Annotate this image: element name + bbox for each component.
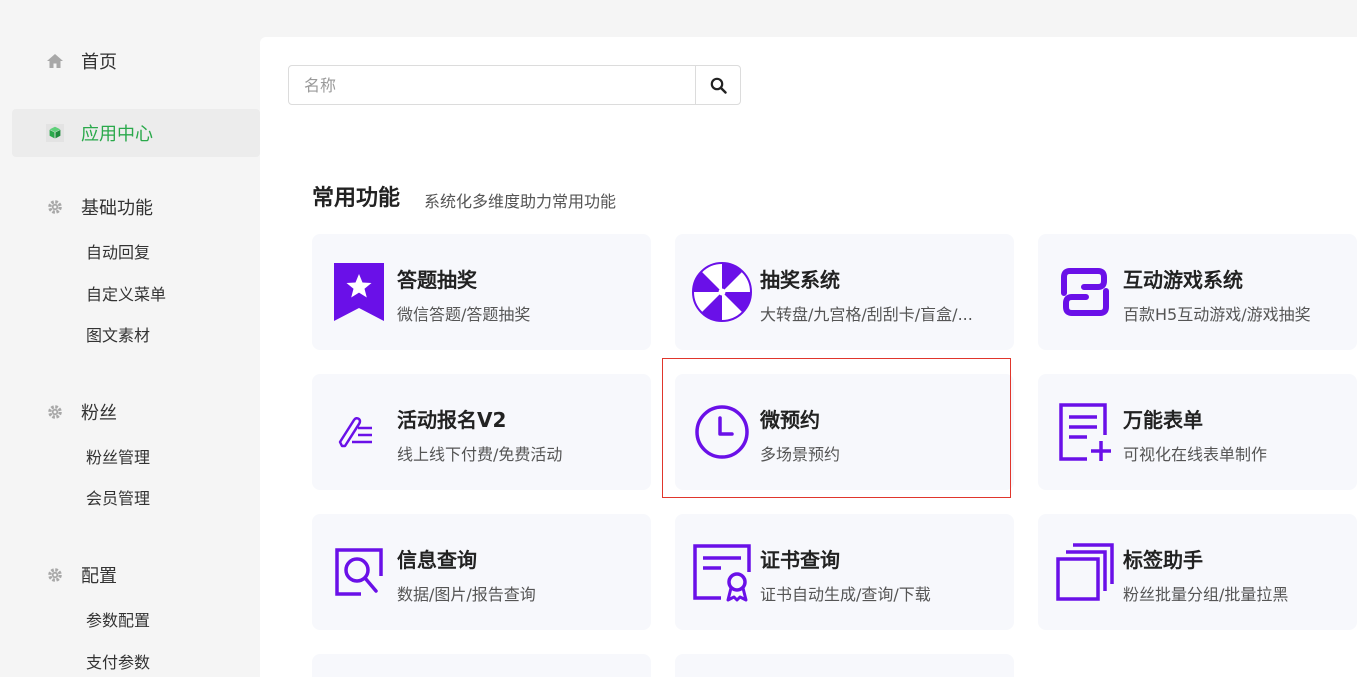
- form-add-icon: [1054, 401, 1116, 463]
- nav-config-label: 配置: [81, 566, 117, 587]
- gear-icon: [46, 198, 64, 216]
- card-title: 答题抽奖: [397, 268, 477, 292]
- app-card-booking[interactable]: 微预约 多场景预约: [675, 374, 1014, 490]
- card-desc: 线上线下付费/免费活动: [397, 445, 563, 464]
- app-card-event-signup[interactable]: 活动报名V2 线上线下付费/免费活动: [312, 374, 651, 490]
- sidebar: 首页 应用中心 基础功能 自动回复 自定义菜单 图文素材 粉丝 粉丝管理 会员管…: [0, 0, 260, 677]
- app-card-quiz-lottery[interactable]: 答题抽奖 微信答题/答题抽奖: [312, 234, 651, 350]
- card-desc: 数据/图片/报告查询: [397, 585, 536, 604]
- sidebar-item-auto-reply[interactable]: 自动回复: [86, 241, 150, 265]
- link-icon: [1054, 261, 1116, 323]
- app-card-certificate-query[interactable]: 证书查询 证书自动生成/查询/下载: [675, 514, 1014, 630]
- sidebar-item-params[interactable]: 参数配置: [86, 609, 150, 633]
- stack-icon: [1054, 541, 1116, 603]
- wheel-icon: [691, 261, 753, 323]
- card-desc: 可视化在线表单制作: [1123, 445, 1268, 464]
- sidebar-item-custom-menu[interactable]: 自定义菜单: [86, 283, 166, 307]
- search-icon: [710, 77, 727, 94]
- nav-basic[interactable]: 基础功能: [0, 185, 260, 229]
- sidebar-item-member-manage[interactable]: 会员管理: [86, 487, 150, 511]
- search-doc-icon: [328, 541, 390, 603]
- app-card-info-query[interactable]: 信息查询 数据/图片/报告查询: [312, 514, 651, 630]
- nav-app-center[interactable]: 应用中心: [12, 109, 260, 157]
- card-title: 标签助手: [1123, 548, 1203, 572]
- card-title: 微预约: [760, 408, 820, 432]
- app-card-partial[interactable]: [312, 654, 651, 677]
- sidebar-item-media[interactable]: 图文素材: [86, 324, 150, 348]
- app-card-lottery-system[interactable]: 抽奖系统 大转盘/九宫格/刮刮卡/盲盒/...: [675, 234, 1014, 350]
- card-title: 万能表单: [1123, 408, 1203, 432]
- nav-home[interactable]: 首页: [0, 39, 260, 83]
- home-icon: [46, 52, 64, 70]
- sidebar-item-fans-manage[interactable]: 粉丝管理: [86, 446, 150, 470]
- app-card-partial[interactable]: [675, 654, 1014, 677]
- gear-icon: [46, 566, 64, 584]
- gear-icon: [46, 403, 64, 421]
- card-title: 信息查询: [397, 548, 477, 572]
- pen-list-icon: [328, 401, 390, 463]
- card-desc: 证书自动生成/查询/下载: [760, 585, 931, 604]
- card-title: 抽奖系统: [760, 268, 840, 292]
- cube-icon: [46, 124, 64, 142]
- nav-config[interactable]: 配置: [0, 553, 260, 597]
- ribbon-star-icon: [328, 261, 390, 323]
- sidebar-item-payment[interactable]: 支付参数: [86, 651, 150, 675]
- card-desc: 微信答题/答题抽奖: [397, 305, 531, 324]
- card-title: 证书查询: [760, 548, 840, 572]
- app-card-interactive-games[interactable]: 互动游戏系统 百款H5互动游戏/游戏抽奖: [1038, 234, 1357, 350]
- card-desc: 多场景预约: [760, 445, 841, 464]
- nav-basic-label: 基础功能: [81, 198, 153, 219]
- card-desc: 粉丝批量分组/批量拉黑: [1123, 585, 1289, 604]
- clock-icon: [691, 401, 753, 463]
- search-button[interactable]: [695, 66, 740, 104]
- nav-fans[interactable]: 粉丝: [0, 390, 260, 434]
- nav-fans-label: 粉丝: [81, 403, 117, 424]
- app-card-tag-assistant[interactable]: 标签助手 粉丝批量分组/批量拉黑: [1038, 514, 1357, 630]
- section-subtitle: 系统化多维度助力常用功能: [424, 192, 617, 211]
- search-input[interactable]: [289, 66, 695, 104]
- nav-home-label: 首页: [81, 52, 117, 73]
- card-desc: 百款H5互动游戏/游戏抽奖: [1123, 305, 1311, 324]
- app-card-universal-form[interactable]: 万能表单 可视化在线表单制作: [1038, 374, 1357, 490]
- card-title: 互动游戏系统: [1123, 268, 1243, 292]
- certificate-icon: [691, 541, 753, 603]
- nav-app-center-label: 应用中心: [81, 124, 153, 145]
- card-title: 活动报名V2: [397, 408, 507, 432]
- card-desc: 大转盘/九宫格/刮刮卡/盲盒/...: [760, 305, 973, 324]
- section-title: 常用功能: [312, 186, 401, 211]
- search-box: [288, 65, 741, 105]
